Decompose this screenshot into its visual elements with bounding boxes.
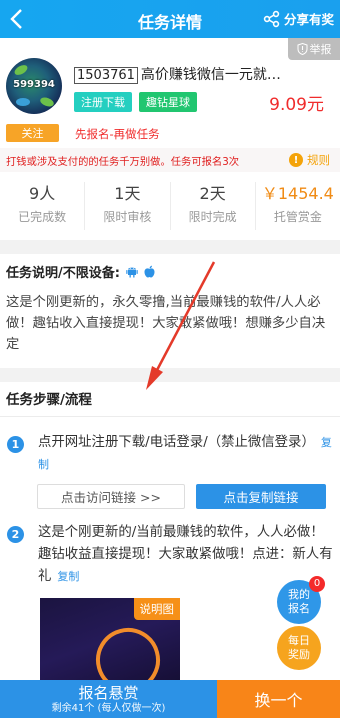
my-signups-label: 我的报名 — [288, 588, 310, 615]
tag-register-download: 注册下载 — [74, 92, 132, 112]
step-number: 1 — [7, 436, 24, 453]
task-title-text: 高价赚钱微信一元就… — [140, 67, 281, 83]
stat-finish-time: 2天 限时完成 — [171, 182, 256, 230]
section-gap — [0, 368, 340, 382]
apply-label: 报名悬赏 — [78, 684, 139, 702]
warning-bar: 打钱或涉及支付的的任务千万别做。任务可报名3次 ! 规则 — [0, 148, 340, 172]
step-text: 点开网址注册下载/电话登录/（禁止微信登录） — [38, 435, 315, 450]
copy-button[interactable]: 复制 — [57, 570, 79, 583]
share-button[interactable]: 分享有奖 — [263, 9, 334, 28]
exclamation-icon: ! — [289, 153, 303, 167]
share-icon — [263, 10, 280, 27]
task-tags: 注册下载 趣钻星球 — [74, 92, 204, 112]
step-text: 这是个刚更新的/当前最赚钱的软件，人人必做！趣钻收益直接提现！大家敢紧做哦！点进… — [38, 525, 333, 584]
task-price: 9.09元 — [269, 95, 324, 115]
report-button[interactable]: 举报 — [288, 38, 340, 60]
signup-count-badge: 0 — [309, 576, 325, 592]
apple-icon — [144, 265, 155, 278]
step-2-text: 这是个刚更新的/当前最赚钱的软件，人人必做！趣钻收益直接提现！大家敢紧做哦！点进… — [38, 522, 334, 588]
stats-row: 9人 已完成数 1天 限时审核 2天 限时完成 ￥1454.4 托管赏金 — [0, 176, 340, 236]
description-title: 任务说明/不限设备: — [6, 262, 156, 281]
visit-link-button[interactable]: 点击访问链接 >> — [37, 484, 185, 509]
stat-value: 1天 — [114, 184, 141, 203]
warning-text: 打钱或涉及支付的的任务千万别做。任务可报名3次 — [6, 156, 240, 168]
stat-label: 限时完成 — [188, 210, 237, 224]
rule-button[interactable]: ! 规则 — [289, 152, 330, 168]
demo-label: 说明图 — [133, 598, 180, 620]
stat-label: 托管赏金 — [273, 210, 322, 224]
share-label: 分享有奖 — [283, 12, 334, 27]
change-task-button[interactable]: 换一个 — [217, 680, 340, 718]
bottom-bar: 报名悬赏 剩余41个 (每人仅做一次) 换一个 — [0, 680, 340, 718]
device-icons — [126, 265, 156, 278]
stat-value: ￥1454.4 — [261, 184, 334, 203]
stat-bounty: ￥1454.4 托管赏金 — [256, 182, 340, 230]
demo-ring-graphic — [84, 616, 172, 680]
android-icon — [126, 267, 138, 278]
daily-reward-label: 每日奖励 — [288, 634, 310, 661]
task-description: 任务说明/不限设备: 这是个刚更新的，永久零撸,当前最赚钱的软件/人人必做！趣钻… — [0, 254, 340, 366]
remaining-label: 剩余41个 (每人仅做一次) — [51, 703, 166, 714]
description-title-text: 任务说明/不限设备: — [6, 266, 120, 281]
stat-completed: 9人 已完成数 — [0, 182, 86, 230]
steps-title: 任务步骤/流程 — [6, 392, 92, 408]
my-signups-button[interactable]: 我的报名 0 — [277, 576, 325, 624]
divider — [0, 416, 340, 417]
rule-label: 规则 — [307, 153, 330, 167]
avatar[interactable]: 599394 — [6, 58, 62, 114]
header-bar: 任务详情 分享有奖 — [0, 0, 340, 38]
shield-alert-icon — [297, 43, 307, 55]
report-label: 举报 — [309, 43, 332, 56]
section-gap — [0, 240, 340, 254]
daily-reward-button[interactable]: 每日奖励 — [277, 626, 321, 670]
step-1-text: 点开网址注册下载/电话登录/（禁止微信登录） 复制 — [38, 432, 334, 476]
repeat-note: 先报名-再做任务 — [75, 127, 160, 141]
copy-link-button[interactable]: 点击复制链接 — [196, 484, 326, 509]
avatar-id: 599394 — [13, 79, 55, 90]
tag-quzuan: 趣钻星球 — [139, 92, 197, 112]
follow-button[interactable]: 关注 — [6, 124, 59, 142]
demo-screenshot[interactable]: 说明图 — [40, 598, 180, 680]
task-detail-screen: 任务详情 分享有奖 599394 举报 1503761 高价赚钱微信一元就… 注册… — [0, 0, 340, 718]
stat-label: 限时审核 — [103, 210, 152, 224]
stat-label: 已完成数 — [18, 210, 67, 224]
task-id: 1503761 — [74, 67, 138, 84]
apply-button[interactable]: 报名悬赏 剩余41个 (每人仅做一次) — [0, 680, 217, 718]
stat-review-time: 1天 限时审核 — [85, 182, 171, 230]
stat-value: 2天 — [199, 184, 226, 203]
description-text: 这是个刚更新的，永久零撸,当前最赚钱的软件/人人必做！趣钻收入直接提现！大家敢紧… — [6, 295, 326, 352]
task-title: 1503761 高价赚钱微信一元就… — [74, 64, 336, 84]
stat-value: 9人 — [29, 184, 56, 203]
step-number: 2 — [7, 526, 24, 543]
